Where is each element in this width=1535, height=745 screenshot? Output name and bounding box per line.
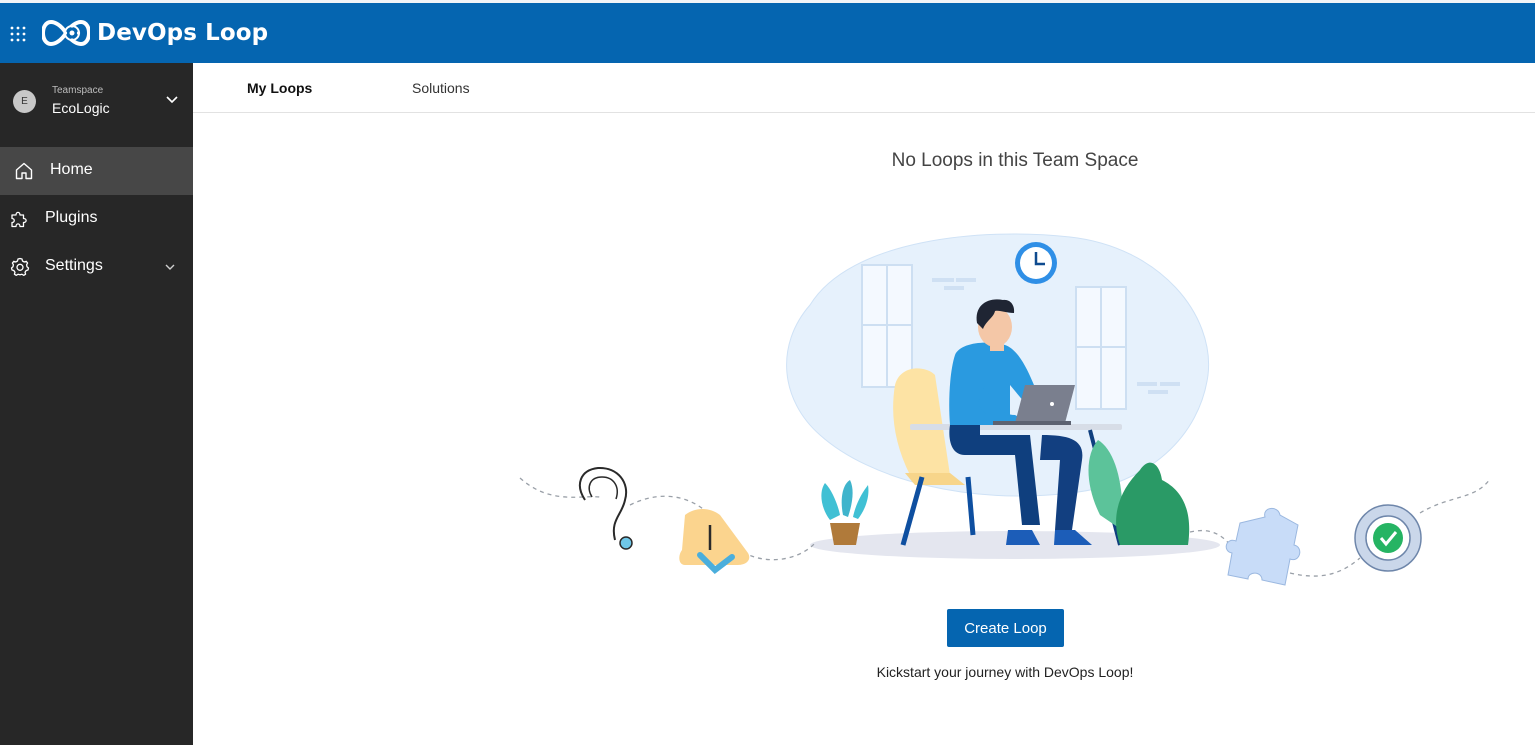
devops-loop-logo-icon	[42, 19, 90, 47]
sidebar: E Teamspace EcoLogic Home Plugins Settin…	[0, 63, 193, 745]
sidebar-item-label: Home	[50, 161, 93, 178]
teamspace-name: EcoLogic	[52, 100, 110, 116]
kickstart-text: Kickstart your journey with DevOps Loop!	[876, 664, 1134, 680]
empty-state-title: No Loops in this Team Space	[891, 150, 1139, 171]
tab-my-loops[interactable]: My Loops	[247, 80, 312, 96]
sidebar-item-plugins[interactable]: Plugins	[0, 195, 193, 243]
gear-icon	[10, 257, 30, 276]
home-icon	[15, 162, 33, 180]
question-mark-decoration	[578, 466, 633, 550]
app-title: DevOps Loop	[97, 20, 269, 46]
create-loop-button[interactable]: Create Loop	[947, 609, 1064, 647]
chevron-down-icon	[165, 264, 175, 270]
plant-left-decoration	[821, 480, 869, 545]
teamspace-avatar: E	[13, 90, 36, 113]
gear-check-decoration	[1354, 504, 1422, 572]
window-left-decoration	[861, 264, 913, 388]
app-header: DevOps Loop	[0, 3, 1535, 63]
sidebar-item-label: Plugins	[45, 209, 98, 226]
warning-triangle-decoration	[679, 509, 750, 574]
sidebar-item-label: Settings	[45, 257, 103, 274]
main-tabs: My Loops Solutions	[193, 63, 1535, 113]
sidebar-item-settings[interactable]: Settings	[0, 243, 193, 291]
window-right-decoration	[1075, 286, 1127, 410]
teamspace-selector[interactable]: E Teamspace EcoLogic	[0, 63, 193, 139]
sidebar-item-home[interactable]: Home	[0, 147, 193, 195]
empty-state-illustration	[519, 233, 1491, 586]
chevron-down-icon	[166, 96, 178, 104]
app-launcher-icon[interactable]	[9, 25, 27, 43]
clock-icon	[1015, 242, 1057, 284]
puzzle-piece-decoration	[1225, 508, 1301, 586]
tab-solutions[interactable]: Solutions	[412, 80, 470, 96]
puzzle-icon	[11, 211, 27, 228]
teamspace-label: Teamspace	[52, 85, 104, 96]
